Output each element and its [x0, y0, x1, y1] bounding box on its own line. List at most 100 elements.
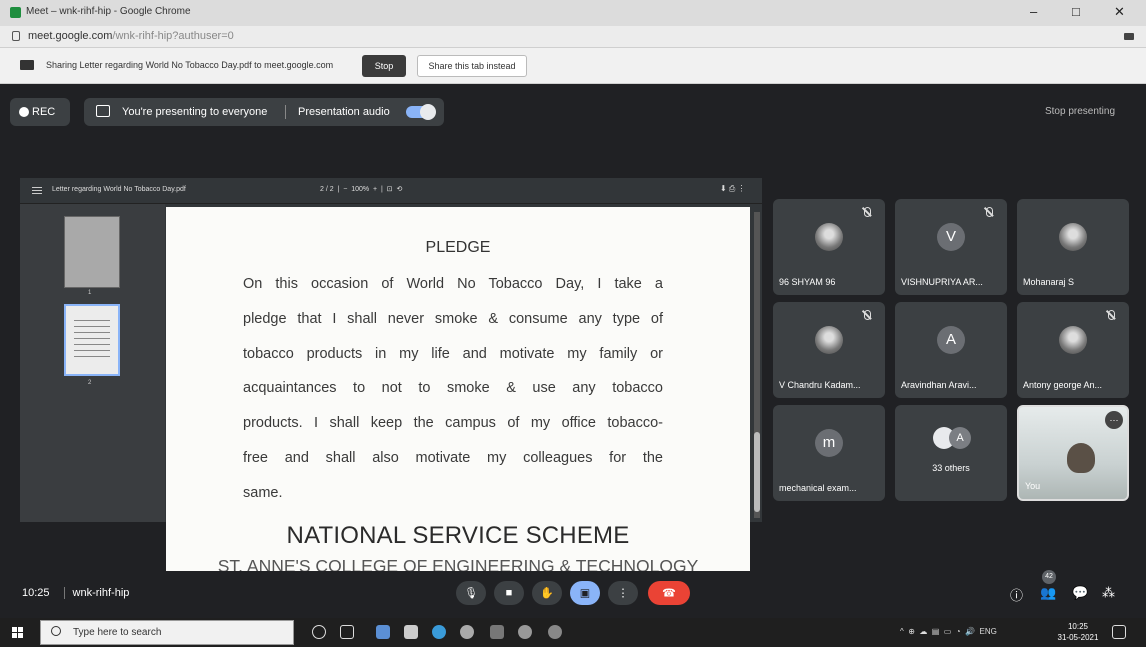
task-view-icon[interactable]	[340, 625, 354, 639]
participant-tile[interactable]: A Aravindhan Aravi...	[895, 302, 1007, 398]
stop-sharing-button[interactable]: Stop	[362, 55, 406, 77]
recording-indicator[interactable]: REC	[10, 98, 70, 126]
self-video-tile[interactable]: ⋯ You	[1017, 405, 1129, 501]
windows-start-icon[interactable]	[12, 627, 24, 639]
pdf-scrollbar[interactable]	[754, 212, 760, 518]
mic-off-icon	[864, 310, 871, 320]
clock-date: 31-05-2021	[1057, 633, 1099, 642]
edge-icon[interactable]	[432, 625, 446, 639]
meet-favicon-icon	[10, 7, 21, 18]
chrome-icon[interactable]	[460, 625, 474, 639]
leave-call-button[interactable]: ☎	[648, 581, 690, 605]
presentation-audio-label: Presentation audio	[298, 106, 390, 118]
taskbar-clock[interactable]: 10:25 31-05-2021	[1056, 621, 1100, 643]
windows-taskbar: Type here to search ^ ⊕ ☁ ▤ ▭ ◔ 🔊 ENG 10…	[0, 618, 1146, 647]
others-tile[interactable]: A 33 others	[895, 405, 1007, 501]
screen-sharing-bar: Sharing Letter regarding World No Tobacc…	[0, 48, 1146, 84]
participant-tile[interactable]: V Chandru Kadam...	[773, 302, 885, 398]
present-icon: ▣	[579, 587, 591, 600]
pledge-title: PLEDGE	[425, 239, 491, 256]
avatar	[815, 223, 843, 251]
search-placeholder: Type here to search	[73, 627, 162, 638]
meeting-controls: 10:25 wnk-rihf-hip 🎙 ■ ✋ ▣ ⋮ ☎ ⓘ 👥 💬 ⁂	[0, 571, 1146, 617]
page-thumbnail-2[interactable]	[64, 304, 120, 376]
notification-icon[interactable]	[1112, 625, 1126, 639]
file-explorer-icon[interactable]	[376, 625, 390, 639]
avatar: A	[937, 326, 965, 354]
people-icon[interactable]: 👥	[1040, 585, 1056, 601]
monitor-icon	[20, 60, 34, 70]
screen-share-icon[interactable]	[1124, 33, 1134, 40]
participant-name: You	[1025, 481, 1041, 491]
stop-presenting-button[interactable]: Stop presenting	[1030, 98, 1130, 126]
pledge-line: free and shall also motivate my colleagu…	[243, 449, 663, 466]
participant-tile[interactable]: 96 SHYAM 96	[773, 199, 885, 295]
app-icon[interactable]	[518, 625, 532, 639]
taskbar-search-box[interactable]: Type here to search	[40, 620, 294, 645]
store-icon[interactable]	[404, 625, 418, 639]
page-thumbnail-1[interactable]	[64, 216, 120, 288]
browser-title-bar: Meet – wnk-rihf-hip - Google Chrome – □ …	[0, 0, 1146, 26]
maximize-button[interactable]: □	[1072, 4, 1080, 19]
pledge-line: tobacco products in my life and motivate…	[243, 345, 663, 362]
lock-icon[interactable]	[12, 31, 20, 41]
participant-name: Antony george An...	[1023, 380, 1103, 390]
meeting-time: 10:25	[22, 587, 50, 599]
scrollbar-thumb[interactable]	[754, 432, 760, 512]
participant-tile[interactable]: m mechanical exam...	[773, 405, 885, 501]
minimize-button[interactable]: –	[1030, 4, 1037, 19]
chat-icon[interactable]: 💬	[1072, 585, 1088, 601]
rec-label: REC	[32, 106, 56, 118]
raise-hand-button[interactable]: ✋	[532, 581, 562, 605]
more-options-button[interactable]: ⋮	[608, 581, 638, 605]
mic-button[interactable]: 🎙	[456, 581, 486, 605]
hang-up-icon: ☎	[662, 587, 676, 600]
close-button[interactable]: ✕	[1114, 4, 1125, 20]
url-path: /wnk-rihf-hip?authuser=0	[112, 30, 234, 42]
menu-icon[interactable]	[32, 187, 42, 188]
others-count: 33 others	[932, 463, 970, 473]
pledge-line: pledge that I shall never smoke & consum…	[243, 310, 663, 327]
share-this-tab-button[interactable]: Share this tab instead	[417, 55, 527, 77]
presentation-audio-toggle[interactable]	[406, 104, 436, 120]
system-tray[interactable]: ^ ⊕ ☁ ▤ ▭ ◔ 🔊 ENG	[900, 627, 997, 636]
present-button[interactable]: ▣	[570, 581, 600, 605]
participant-name: mechanical exam...	[779, 483, 857, 493]
participant-tile[interactable]: V VISHNUPRIYA AR...	[895, 199, 1007, 295]
participant-tile[interactable]: Mohanaraj S	[1017, 199, 1129, 295]
address-bar[interactable]: meet.google.com/wnk-rihf-hip?authuser=0	[0, 26, 1146, 48]
activities-icon[interactable]: ⁂	[1102, 585, 1115, 601]
mic-off-icon	[1108, 310, 1115, 320]
participant-name: 96 SHYAM 96	[779, 277, 836, 287]
pledge-line: acquaintances to not to smoke & use any …	[243, 380, 663, 397]
avatar: m	[815, 429, 843, 457]
present-screen-icon	[96, 105, 110, 117]
participant-name: Mohanaraj S	[1023, 277, 1075, 287]
nss-title: NATIONAL SERVICE SCHEME	[286, 522, 630, 549]
clock-time: 10:25	[1067, 622, 1089, 631]
pdf-tools[interactable]: ⬇ ⎙ ⋮	[720, 184, 746, 194]
participant-tile[interactable]: Antony george An...	[1017, 302, 1129, 398]
pdf-file-name: Letter regarding World No Tobacco Day.pd…	[52, 186, 186, 193]
participant-name: Aravindhan Aravi...	[901, 380, 977, 390]
screen: Meet – wnk-rihf-hip - Google Chrome – □ …	[0, 0, 1146, 647]
avatar	[815, 326, 843, 354]
cortana-icon[interactable]	[312, 625, 326, 639]
thumb-number: 2	[88, 380, 92, 386]
info-icon[interactable]: ⓘ	[1010, 585, 1023, 604]
hand-icon: ✋	[540, 587, 554, 600]
pledge-line: same.	[243, 484, 283, 501]
url-host: meet.google.com	[28, 30, 113, 42]
app-icon[interactable]	[548, 625, 562, 639]
camera-icon: ■	[505, 587, 513, 599]
person-silhouette	[1067, 443, 1095, 473]
camera-button[interactable]: ■	[494, 581, 524, 605]
sharing-text: Sharing Letter regarding World No Tobacc…	[46, 60, 334, 70]
app-icon[interactable]	[490, 625, 504, 639]
divider	[285, 105, 286, 119]
url-text[interactable]: meet.google.com/wnk-rihf-hip?authuser=0	[28, 30, 234, 42]
avatar	[1059, 223, 1087, 251]
pdf-toolbar: Letter regarding World No Tobacco Day.pd…	[20, 178, 762, 204]
pdf-page-controls[interactable]: 2 / 2 | − 100% + | ⊡ ⟲	[320, 185, 402, 193]
more-options-icon[interactable]: ⋯	[1105, 411, 1123, 429]
